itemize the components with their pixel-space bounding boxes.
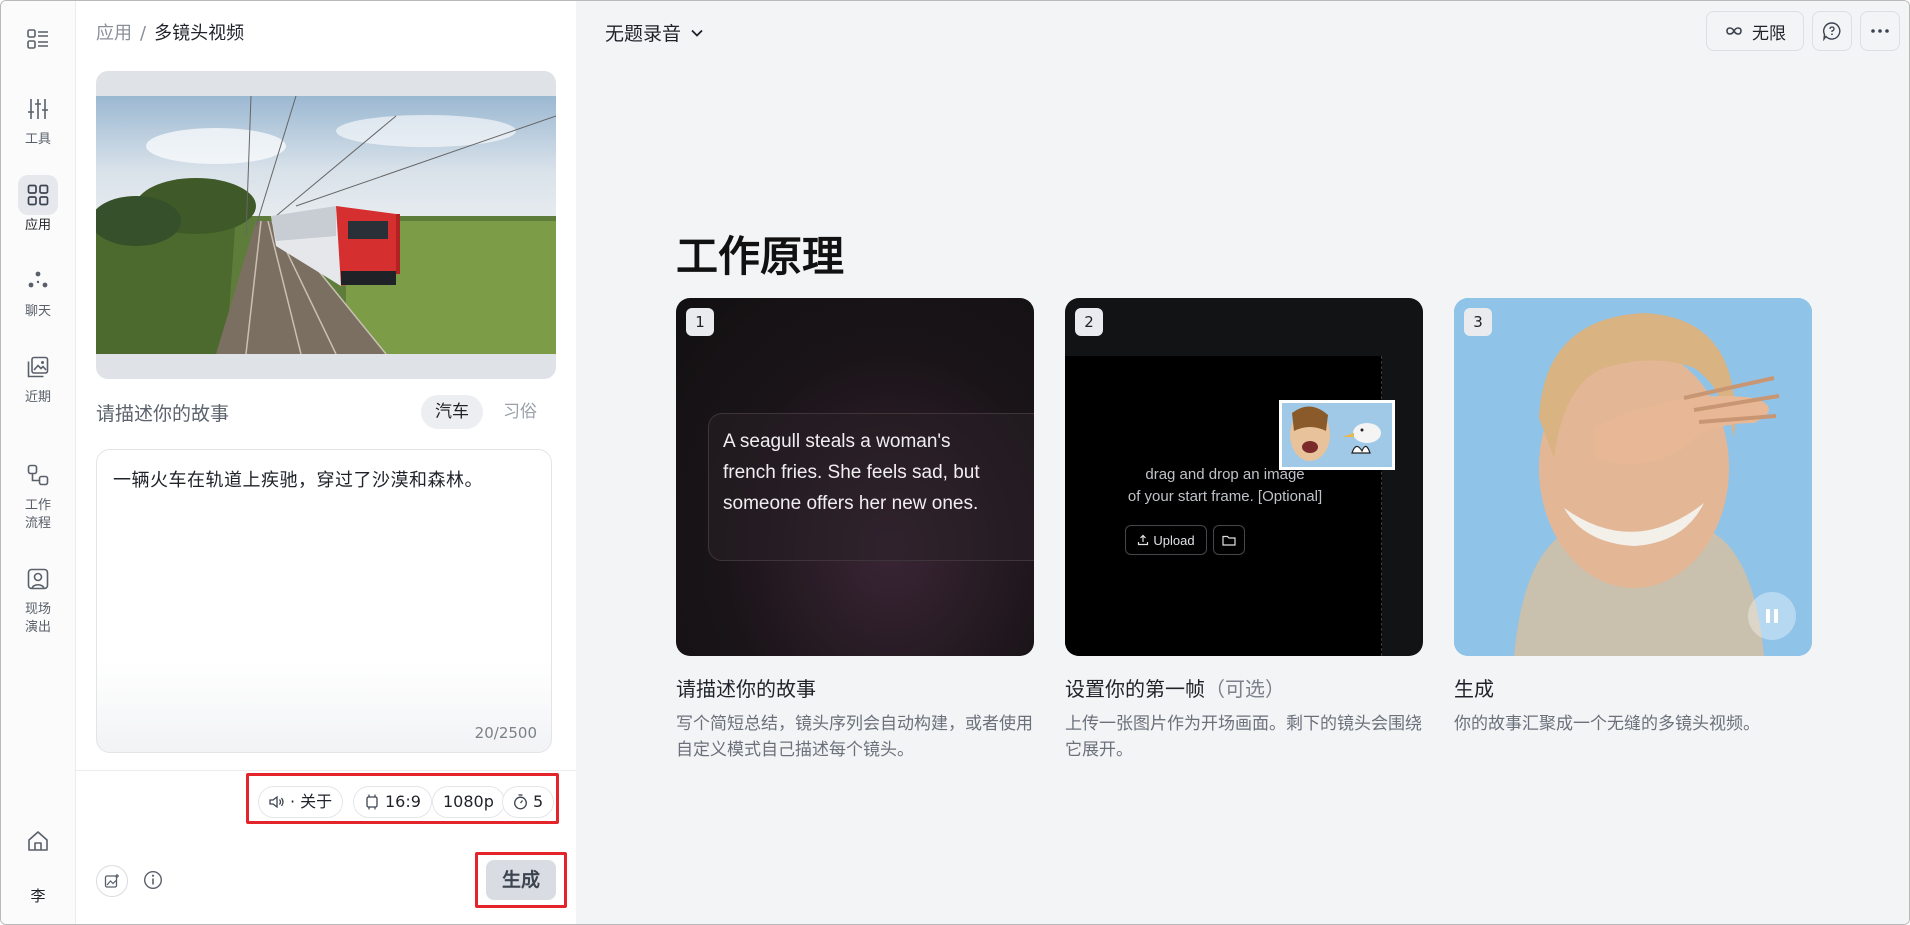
recording-title: 无题录音 bbox=[605, 23, 682, 45]
resolution-label: 1080p bbox=[443, 792, 494, 811]
resolution-button[interactable]: 1080p bbox=[432, 786, 505, 818]
sliders-icon bbox=[18, 89, 58, 129]
step-title: 设置你的第一帧（可选） bbox=[1065, 673, 1285, 702]
generate-button[interactable]: 生成 bbox=[486, 860, 556, 900]
demo-drop-text: drag and drop an image of your start fra… bbox=[1127, 466, 1323, 505]
rail-item-chat[interactable]: 聊天 bbox=[1, 261, 75, 321]
unlimited-label: 无限 bbox=[1752, 23, 1786, 44]
avatar[interactable]: 李 bbox=[1, 885, 75, 906]
step-description: 上传一张图片作为开场画面。剩下的镜头会围绕它展开。 bbox=[1065, 714, 1422, 760]
step-card-describe: A seagull steals a woman's french fries.… bbox=[676, 298, 1034, 656]
aspect-ratio-button[interactable]: 16:9 bbox=[353, 786, 432, 818]
demo-seagull-thumbnail bbox=[1279, 400, 1395, 470]
help-chat-icon bbox=[1823, 22, 1841, 41]
audio-setting-button[interactable]: · 关于 bbox=[258, 786, 344, 818]
left-rail: 工具 应用 聊天 近期 工作 流程 现场 演出 李 bbox=[1, 1, 76, 924]
aspect-ratio-label: 16:9 bbox=[385, 792, 421, 811]
upload-icon bbox=[1138, 534, 1149, 546]
train-photo bbox=[96, 96, 556, 354]
rail-item-tools[interactable]: 工具 bbox=[1, 89, 75, 149]
feedback-button[interactable] bbox=[1812, 11, 1852, 51]
left-panel: 应用 / 多镜头视频 请描述你的故事 汽车 习俗 一辆火车在轨道上疾驰，穿过了沙… bbox=[76, 1, 576, 924]
recording-title-dropdown[interactable]: 无题录音 bbox=[605, 19, 703, 46]
story-textarea[interactable]: 一辆火车在轨道上疾驰，穿过了沙漠和森林。 20/2500 bbox=[96, 449, 552, 753]
rail-label-tools: 工具 bbox=[24, 132, 51, 147]
menu-toggle[interactable] bbox=[1, 19, 75, 59]
step-description: 写个简短总结，镜头序列会自动构建，或者使用自定义模式自己描述每个镜头。 bbox=[676, 714, 1033, 760]
speaker-icon bbox=[269, 795, 284, 809]
tab-custom[interactable]: 习俗 bbox=[489, 395, 551, 429]
story-label: 请描述你的故事 bbox=[96, 403, 230, 425]
folder-icon bbox=[1222, 535, 1236, 546]
breadcrumb-separator: / bbox=[140, 23, 147, 44]
rail-item-recent[interactable]: 近期 bbox=[1, 347, 75, 407]
rail-item-apps[interactable]: 应用 bbox=[1, 175, 75, 235]
rail-label-recent: 近期 bbox=[24, 390, 51, 405]
more-button[interactable] bbox=[1860, 11, 1900, 51]
step-description: 你的故事汇聚成一个无缝的多镜头视频。 bbox=[1454, 714, 1760, 734]
rail-label-apps: 应用 bbox=[24, 218, 51, 233]
story-text: 一辆火车在轨道上疾驰，穿过了沙漠和森林。 bbox=[113, 470, 483, 491]
duration-button[interactable]: 5 bbox=[502, 786, 555, 818]
step-card-first-frame: drag and drop an image of your start fra… bbox=[1065, 298, 1423, 656]
chevron-down-icon bbox=[691, 29, 703, 37]
char-count: 20/2500 bbox=[474, 724, 537, 742]
info-button[interactable] bbox=[138, 865, 168, 895]
aspect-ratio-icon bbox=[366, 794, 378, 810]
reference-image-preview[interactable] bbox=[96, 71, 556, 379]
step-number: 2 bbox=[1075, 308, 1103, 336]
unlimited-button[interactable]: 无限 bbox=[1706, 11, 1804, 51]
divider bbox=[76, 770, 576, 771]
image-add-icon bbox=[104, 874, 119, 888]
rail-label-chat: 聊天 bbox=[24, 304, 51, 319]
info-icon bbox=[143, 870, 163, 890]
optional-hint: （可选） bbox=[1205, 677, 1285, 701]
live-icon bbox=[18, 559, 58, 599]
more-dots-icon bbox=[1871, 29, 1889, 33]
main-area: 无题录音 无限 工作原理 A seagull steals a woman's … bbox=[576, 1, 1909, 924]
breadcrumb: 应用 / 多镜头视频 bbox=[96, 19, 244, 45]
breadcrumb-current: 多镜头视频 bbox=[154, 23, 245, 44]
home-icon bbox=[18, 821, 58, 861]
rail-item-workflow[interactable]: 工作 流程 bbox=[1, 455, 75, 533]
step-card-generate: 3 bbox=[1454, 298, 1812, 656]
timer-icon bbox=[514, 794, 527, 810]
step-number: 1 bbox=[686, 308, 714, 336]
audio-setting-label: · 关于 bbox=[290, 792, 333, 811]
chat-dots-icon bbox=[18, 261, 58, 301]
infinity-icon bbox=[1726, 27, 1742, 35]
pause-button[interactable] bbox=[1748, 592, 1796, 640]
grid-icon bbox=[18, 175, 58, 215]
duration-label: 5 bbox=[533, 792, 544, 811]
demo-folder-button bbox=[1213, 525, 1245, 555]
rail-label-live: 现场 演出 bbox=[24, 602, 51, 635]
rail-item-live[interactable]: 现场 演出 bbox=[1, 559, 75, 637]
demo-prompt-bubble: A seagull steals a woman's french fries.… bbox=[708, 413, 1034, 561]
demo-upload-label: Upload bbox=[1153, 532, 1195, 548]
add-image-button[interactable] bbox=[96, 865, 128, 897]
workflow-icon bbox=[18, 455, 58, 495]
breadcrumb-root[interactable]: 应用 bbox=[96, 23, 132, 44]
tab-car[interactable]: 汽车 bbox=[421, 395, 483, 429]
step-title-text: 设置你的第一帧 bbox=[1065, 677, 1205, 701]
recent-image-icon bbox=[18, 347, 58, 387]
rail-label-workflow: 工作 流程 bbox=[24, 498, 51, 531]
demo-prompt-text: A seagull steals a woman's french fries.… bbox=[723, 431, 980, 514]
avatar-initial: 李 bbox=[30, 887, 46, 905]
home-button[interactable] bbox=[1, 821, 75, 861]
menu-list-icon bbox=[18, 19, 58, 59]
step-title: 生成 bbox=[1454, 677, 1494, 701]
app-window: 工具 应用 聊天 近期 工作 流程 现场 演出 李 应用 / 多镜头视频 请描述… bbox=[0, 0, 1910, 925]
demo-upload-button: Upload bbox=[1125, 525, 1207, 555]
pause-icon bbox=[1766, 609, 1778, 623]
step-title: 请描述你的故事 bbox=[676, 677, 816, 701]
how-it-works-title: 工作原理 bbox=[676, 232, 845, 281]
step-number: 3 bbox=[1464, 308, 1492, 336]
seagull-photo bbox=[1282, 403, 1392, 467]
